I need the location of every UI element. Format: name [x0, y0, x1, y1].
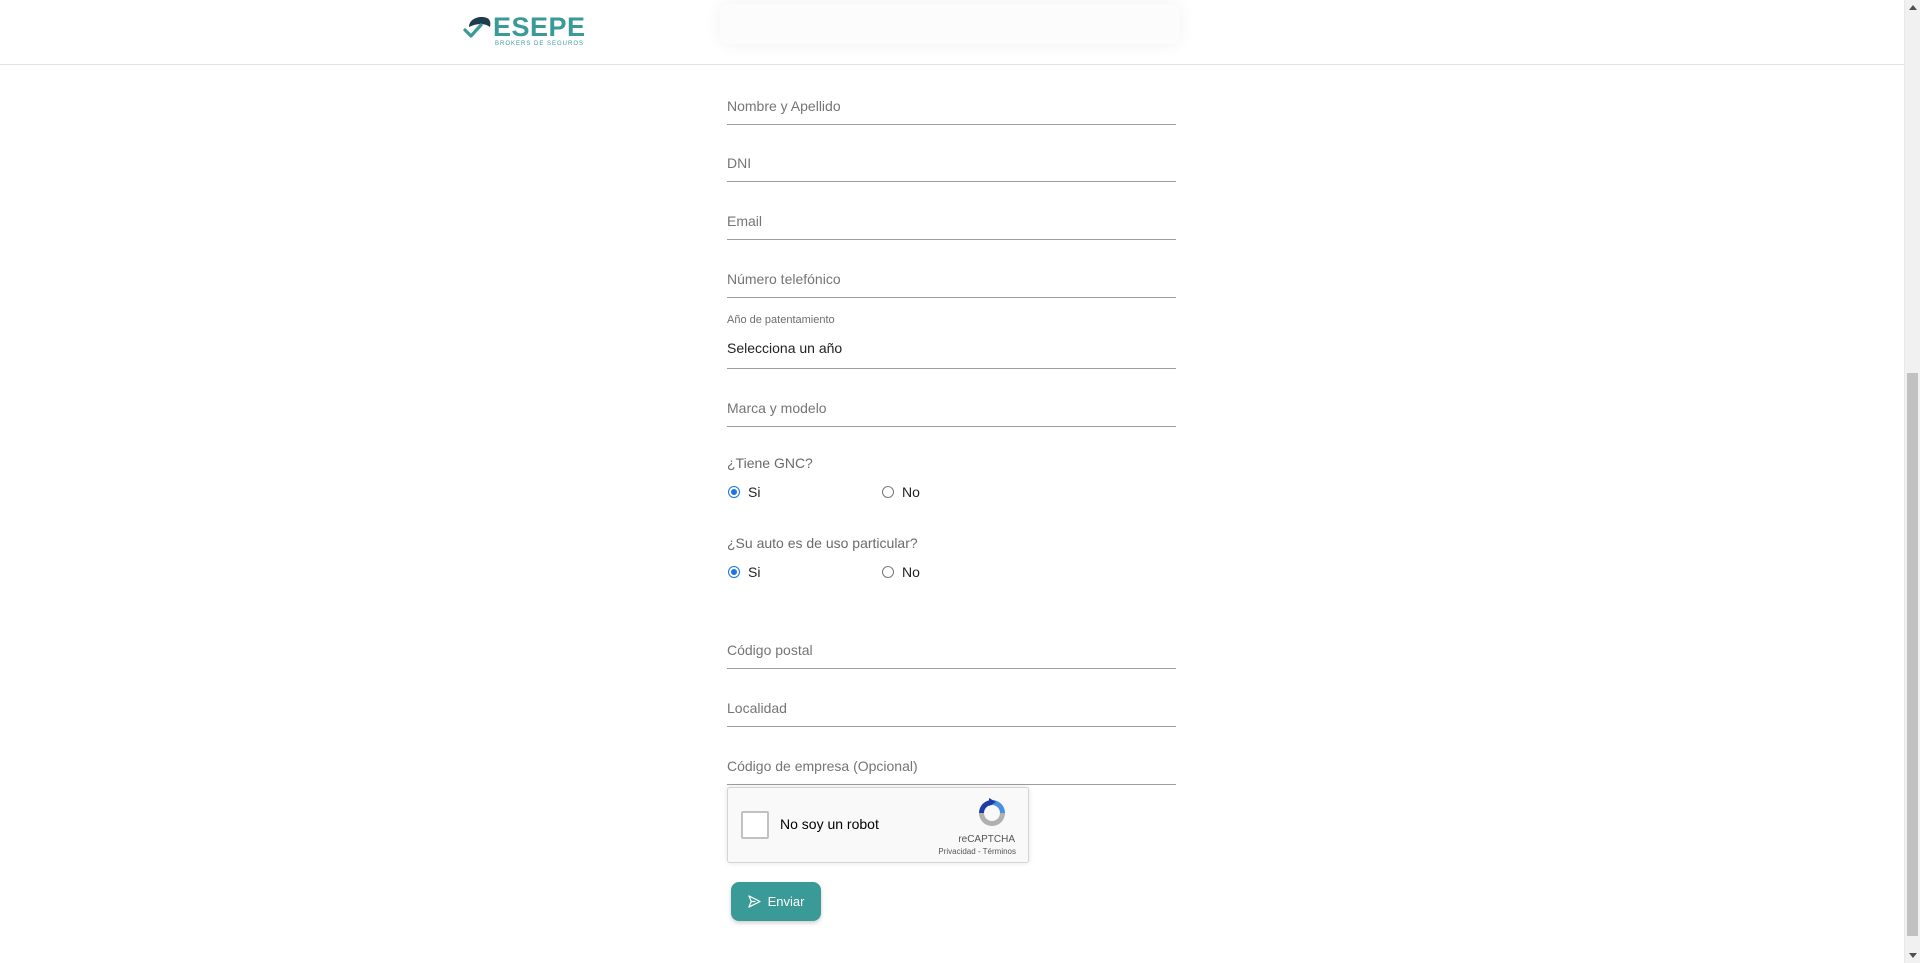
page-scrollbar[interactable]: [1904, 0, 1920, 963]
radio-unchecked[interactable]: [882, 566, 894, 578]
uso-particular-question: ¿Su auto es de uso particular?: [727, 535, 918, 551]
uso-option-no[interactable]: No: [882, 563, 920, 581]
uso-option-si[interactable]: Si: [728, 563, 760, 581]
localidad-field[interactable]: Localidad: [727, 679, 1176, 727]
send-icon: [747, 895, 761, 908]
anio-select[interactable]: Año de patentamiento Selecciona un año: [727, 306, 1176, 369]
codigo-postal-field[interactable]: Código postal: [727, 621, 1176, 669]
brand-name: ESEPE: [493, 12, 586, 42]
codigo-empresa-field[interactable]: Código de empresa (Opcional): [727, 737, 1176, 785]
telefono-field[interactable]: Número telefónico: [727, 250, 1176, 298]
scroll-up-icon[interactable]: [1909, 5, 1917, 10]
dni-field[interactable]: DNI: [727, 134, 1176, 182]
recaptcha-links[interactable]: Privacidad - Términos: [938, 847, 1016, 856]
gnc-option-no-label: No: [902, 484, 920, 500]
anio-label: Año de patentamiento: [727, 314, 835, 326]
umbrella-logo-icon: [463, 17, 491, 38]
uso-particular-radio-group: Si No: [727, 563, 1127, 581]
radio-checked[interactable]: [728, 486, 740, 498]
gnc-option-no[interactable]: No: [882, 483, 920, 501]
recaptcha-widget: No soy un robot reCAPTCHA Privacidad - T…: [727, 787, 1029, 863]
recaptcha-label: No soy un robot: [780, 816, 879, 832]
submit-label: Enviar: [767, 894, 805, 909]
scroll-down-icon[interactable]: [1909, 953, 1917, 958]
uso-option-no-label: No: [902, 564, 920, 580]
nombre-placeholder: Nombre y Apellido: [727, 98, 841, 114]
telefono-placeholder: Número telefónico: [727, 271, 841, 287]
page: ESEPE BROKERS DE SEGUROS Nombre y Apelli…: [0, 0, 1920, 963]
gnc-radio-group: Si No: [727, 483, 1127, 501]
gnc-option-si[interactable]: Si: [728, 483, 760, 501]
radio-checked[interactable]: [728, 566, 740, 578]
scroll-thumb[interactable]: [1907, 373, 1918, 936]
email-field[interactable]: Email: [727, 192, 1176, 240]
recaptcha-checkbox[interactable]: [741, 811, 769, 839]
brand-logo[interactable]: ESEPE BROKERS DE SEGUROS: [463, 14, 586, 50]
anio-value: Selecciona un año: [727, 340, 843, 356]
brand-tagline: BROKERS DE SEGUROS: [495, 41, 585, 47]
submit-button[interactable]: Enviar: [731, 882, 821, 921]
codigo-empresa-placeholder: Código de empresa (Opcional): [727, 758, 918, 774]
recaptcha-icon: [979, 798, 1005, 826]
gnc-option-si-label: Si: [748, 484, 761, 500]
dni-placeholder: DNI: [727, 155, 752, 171]
recaptcha-brand: reCAPTCHA: [958, 834, 1015, 845]
uso-option-si-label: Si: [748, 564, 761, 580]
form-card-top: [720, 4, 1180, 44]
marca-placeholder: Marca y modelo: [727, 400, 827, 416]
nombre-field[interactable]: Nombre y Apellido: [727, 78, 1176, 125]
marca-field[interactable]: Marca y modelo: [727, 379, 1176, 427]
radio-unchecked[interactable]: [882, 486, 894, 498]
codigo-postal-placeholder: Código postal: [727, 642, 813, 658]
email-placeholder: Email: [727, 213, 763, 229]
gnc-question: ¿Tiene GNC?: [727, 455, 813, 471]
site-header: ESEPE BROKERS DE SEGUROS: [0, 0, 1904, 65]
localidad-placeholder: Localidad: [727, 700, 787, 716]
